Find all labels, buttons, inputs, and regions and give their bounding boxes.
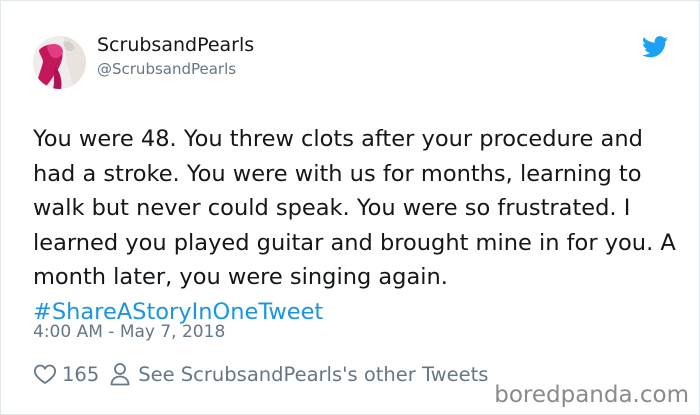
- avatar-image: [33, 36, 86, 89]
- tweet-body: You were 48. You threw clots after your …: [33, 126, 676, 291]
- timestamp[interactable]: 4:00 AM - May 7, 2018: [33, 322, 225, 342]
- person-icon: [110, 363, 130, 386]
- tweet-actions: 165 See ScrubsandPearls's other Tweets: [33, 359, 488, 389]
- display-name[interactable]: ScrubsandPearls: [97, 34, 254, 56]
- other-tweets-link[interactable]: See ScrubsandPearls's other Tweets: [138, 363, 488, 386]
- like-count[interactable]: 165: [62, 363, 99, 386]
- avatar[interactable]: [33, 36, 86, 89]
- user-handle[interactable]: @ScrubsandPearls: [97, 60, 236, 78]
- watermark: boredpanda.com: [494, 382, 689, 408]
- tweet-card: ScrubsandPearls @ScrubsandPearls You wer…: [0, 0, 700, 415]
- heart-icon[interactable]: [33, 362, 57, 386]
- twitter-bird-icon[interactable]: [642, 36, 668, 58]
- tweet-text: You were 48. You threw clots after your …: [33, 122, 683, 330]
